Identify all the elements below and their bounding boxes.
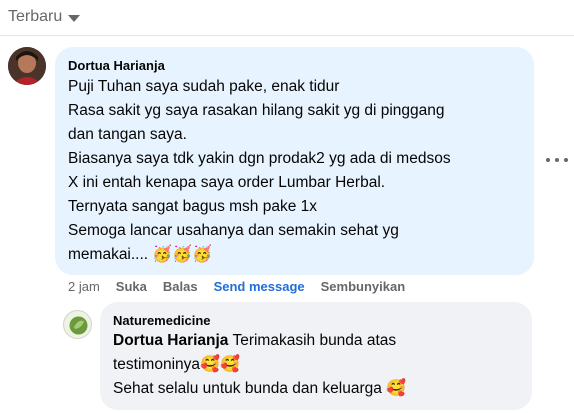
send-message-button[interactable]: Send message <box>214 279 305 294</box>
more-options-button[interactable] <box>546 151 568 169</box>
dot-icon <box>546 158 550 162</box>
reply-line-text: testimoninya <box>113 356 201 373</box>
reply-author[interactable]: Naturemedicine <box>113 313 211 328</box>
reply-line-text: Sehat selalu untuk bunda dan keluarga <box>113 380 382 397</box>
comment-line: Puji Tuhan saya sudah pake, enak tidur <box>68 78 340 95</box>
comment-line: dan tangan saya. <box>68 126 187 143</box>
hide-button[interactable]: Sembunyikan <box>321 279 406 294</box>
comment-author[interactable]: Dortua Harianja <box>68 58 165 73</box>
reply-avatar[interactable] <box>63 310 92 339</box>
comment-text: Puji Tuhan saya sudah pake, enak tidur R… <box>68 75 451 267</box>
comment-line-text: memakai.... <box>68 246 149 263</box>
comment-bubble: Dortua Harianja Puji Tuhan saya sudah pa… <box>55 47 534 275</box>
comment-line: X ini entah kenapa saya order Lumbar Her… <box>68 174 386 191</box>
reply-line: Sehat selalu untuk bunda dan keluarga 🥰 <box>113 377 406 401</box>
sort-dropdown[interactable]: Terbaru <box>8 8 81 26</box>
avatar[interactable] <box>8 47 46 85</box>
smiling-hearts-emoji-icon: 🥰🥰 <box>200 356 240 373</box>
comment-line: Semoga lancar usahanya dan semakin sehat… <box>68 222 399 239</box>
comment-line: Biasanya saya tdk yakin dgn prodak2 yg a… <box>68 150 451 167</box>
avatar-photo-icon <box>8 47 46 85</box>
reply-bubble: Naturemedicine Dortua Harianja Terimakas… <box>100 302 532 410</box>
mention-link[interactable]: Dortua Harianja <box>113 332 228 349</box>
comment-timestamp[interactable]: 2 jam <box>68 279 100 294</box>
sort-label: Terbaru <box>8 8 63 25</box>
reply-line-text: Terimakasih bunda atas <box>228 332 397 349</box>
reply-line: Dortua Harianja Terimakasih bunda atas <box>113 329 406 353</box>
party-face-emoji-icon: 🥳🥳🥳 <box>152 246 213 263</box>
comment-line: memakai.... 🥳🥳🥳 <box>68 243 451 267</box>
comment-line: Ternyata sangat bagus msh pake 1x <box>68 198 318 215</box>
reply-line: testimoninya🥰🥰 <box>113 353 406 377</box>
divider <box>0 35 574 36</box>
comment-actions: 2 jam Suka Balas Send message Sembunyika… <box>68 279 421 294</box>
reply-button[interactable]: Balas <box>163 279 198 294</box>
comment-line: Rasa sakit yg saya rasakan hilang sakit … <box>68 102 445 119</box>
dot-icon <box>555 158 559 162</box>
dot-icon <box>564 158 568 162</box>
caret-down-icon <box>68 15 81 22</box>
like-button[interactable]: Suka <box>116 279 147 294</box>
smiling-hearts-emoji-icon: 🥰 <box>386 380 407 397</box>
reply-text: Dortua Harianja Terimakasih bunda atas t… <box>113 329 406 401</box>
leaf-logo-icon <box>64 311 91 338</box>
